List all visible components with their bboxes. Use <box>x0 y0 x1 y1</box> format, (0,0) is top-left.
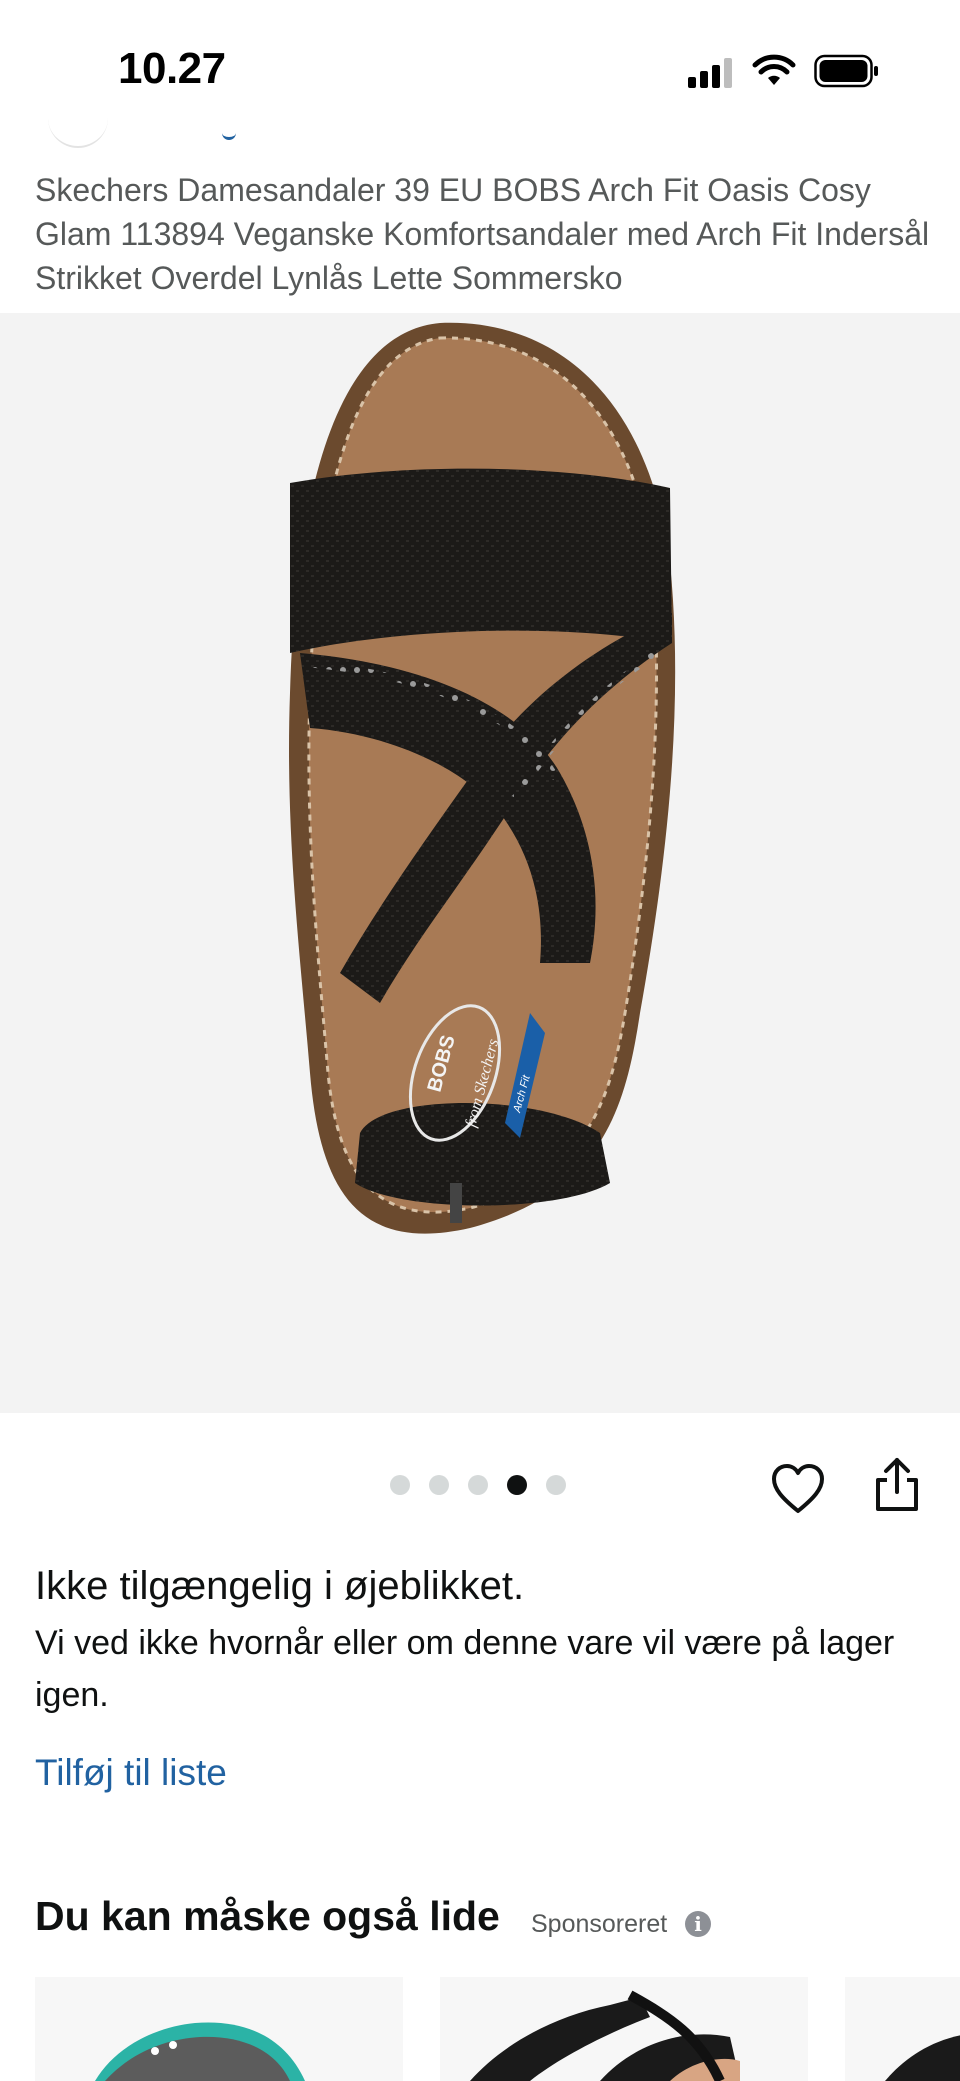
cellular-signal-icon <box>688 58 732 88</box>
pager-dot[interactable] <box>468 1475 488 1495</box>
availability-title: Ikke tilgængelig i øjeblikket. <box>35 1564 525 1608</box>
recommendation-card[interactable] <box>35 1977 403 2081</box>
pager-dot[interactable] <box>507 1475 527 1495</box>
product-title: Skechers Damesandaler 39 EU BOBS Arch Fi… <box>35 172 930 296</box>
sandal-thumbnail <box>885 2035 960 2081</box>
sandal-thumbnail <box>470 1990 740 2081</box>
availability-description: Vi ved ikke hvornår eller om denne vare … <box>35 1624 895 1714</box>
share-icon[interactable] <box>870 1456 924 1514</box>
pager-dot[interactable] <box>546 1475 566 1495</box>
image-pager <box>390 1475 566 1499</box>
pager-dot[interactable] <box>429 1475 449 1495</box>
wifi-icon <box>752 54 796 85</box>
info-icon[interactable]: i <box>685 1911 711 1937</box>
brand-link-partial[interactable] <box>222 126 236 140</box>
recommendation-card[interactable] <box>845 1977 960 2081</box>
status-time: 10.27 <box>118 44 226 93</box>
sandal-thumbnail <box>95 2022 305 2081</box>
add-to-list-link[interactable]: Tilføj til liste <box>35 1752 227 1794</box>
recommendations-title: Du kan måske også lide <box>35 1893 500 1939</box>
battery-icon <box>814 54 878 88</box>
recommendation-card[interactable] <box>440 1977 808 2081</box>
status-bar: 10.27 <box>0 0 960 130</box>
sponsored-label: Sponsoreret <box>531 1910 668 1938</box>
heart-icon[interactable] <box>770 1462 826 1516</box>
recommendations-carousel[interactable] <box>35 1977 960 2081</box>
brand-logo-partial <box>48 108 108 148</box>
product-image[interactable]: BOBS from Skechers Arch Fit <box>0 313 960 1413</box>
pager-dot[interactable] <box>390 1475 410 1495</box>
sandal-illustration: BOBS from Skechers Arch Fit <box>289 322 676 1234</box>
